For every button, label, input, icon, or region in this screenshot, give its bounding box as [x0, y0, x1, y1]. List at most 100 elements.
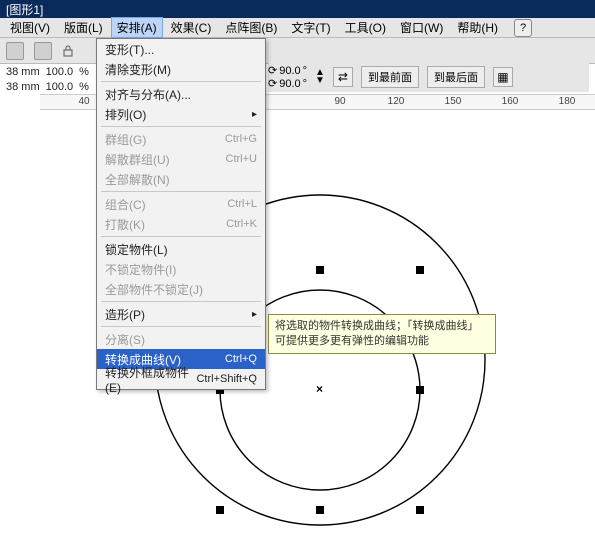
menu-item-break: 打散(K) Ctrl+K — [97, 214, 265, 234]
rotation-value: 90.0 — [279, 78, 300, 90]
menubar: 视图(V) 版面(L) 安排(A) 效果(C) 点阵图(B) 文字(T) 工具(… — [0, 18, 595, 38]
selection-handle[interactable] — [316, 506, 324, 514]
rotate-icon: ⟳ — [268, 78, 277, 90]
menu-item-label: 打散(K) — [105, 216, 145, 233]
selection-handle[interactable] — [216, 506, 224, 514]
ruler-label: 90 — [334, 96, 345, 107]
tooltip-text: 将选取的物件转换成曲线；「转换成曲线」可提供更多更有弹性的编辑功能 — [275, 320, 479, 347]
menu-separator — [101, 236, 261, 237]
menu-shortcut: Ctrl+Q — [225, 353, 257, 365]
menu-text[interactable]: 文字(T) — [285, 17, 336, 38]
menu-item-label: 组合(C) — [105, 196, 146, 213]
toolbar-icon[interactable] — [34, 42, 52, 60]
to-front-button[interactable]: 到最前面 — [361, 66, 419, 88]
selection-handle[interactable] — [416, 506, 424, 514]
menu-item-ungroup: 解散群组(U) Ctrl+U — [97, 149, 265, 169]
ruler-label: 150 — [445, 96, 462, 107]
menu-shortcut: Ctrl+K — [226, 218, 257, 230]
menu-item-convert-outline[interactable]: 转换外框成物件(E)Ctrl+Shift+Q — [97, 369, 265, 389]
menu-item-lock[interactable]: 锁定物件(L) — [97, 239, 265, 259]
menu-item-unlock-all: 全部物件不锁定(J) — [97, 279, 265, 299]
menu-item-clear-transform[interactable]: 清除变形(M) — [97, 59, 265, 79]
size-readout: 38 mm 100.0 % 38 mm 100.0 % — [6, 64, 107, 94]
menu-item-label: 转换外框成物件(E) — [105, 364, 196, 395]
mirror-button[interactable]: ⇄ — [333, 67, 353, 87]
menu-item-order[interactable]: 排列(O) ▸ — [97, 104, 265, 124]
menu-item-label: 排列(O) — [105, 106, 146, 123]
menu-item-group: 群组(G) Ctrl+G — [97, 129, 265, 149]
toolbar-icon[interactable] — [6, 42, 24, 60]
menu-item-separate: 分离(S) — [97, 329, 265, 349]
ruler-label: 160 — [502, 96, 519, 107]
lock-icon[interactable] — [62, 45, 74, 57]
menu-layout[interactable]: 版面(L) — [58, 17, 109, 38]
scale-unit: % — [79, 66, 89, 78]
rotation-bottom[interactable]: ⟳ 90.0 ° — [268, 78, 307, 90]
submenu-arrow-icon: ▸ — [252, 309, 257, 320]
menu-item-label: 全部物件不锁定(J) — [105, 281, 203, 298]
menu-item-align[interactable]: 对齐与分布(A)... — [97, 84, 265, 104]
size-value: 38 mm — [6, 81, 40, 93]
selection-center-mark: × — [316, 382, 323, 396]
menu-item-combine: 组合(C) Ctrl+L — [97, 194, 265, 214]
spinner-icon[interactable]: ▲▼ — [315, 69, 325, 85]
degree-symbol: ° — [303, 78, 307, 90]
menu-bitmap[interactable]: 点阵图(B) — [219, 17, 283, 38]
menu-window[interactable]: 窗口(W) — [394, 17, 449, 38]
menu-separator — [101, 126, 261, 127]
menu-item-label: 对齐与分布(A)... — [105, 86, 191, 103]
menu-item-label: 清除变形(M) — [105, 61, 171, 78]
selection-handle[interactable] — [316, 266, 324, 274]
rotate-icon: ⟳ — [268, 65, 277, 77]
toolbar-button[interactable]: ▦ — [493, 67, 513, 87]
menu-item-label: 全部解散(N) — [105, 171, 170, 188]
menu-shortcut: Ctrl+U — [226, 153, 257, 165]
toolbar — [0, 38, 595, 64]
menu-item-label: 造形(P) — [105, 306, 145, 323]
ruler-label: 40 — [78, 96, 89, 107]
menu-item-unlock: 不锁定物件(I) — [97, 259, 265, 279]
size-row: 38 mm 100.0 % — [6, 64, 107, 79]
submenu-arrow-icon: ▸ — [252, 109, 257, 120]
menu-separator — [101, 81, 261, 82]
window-titlebar: [图形1] — [0, 0, 595, 18]
scale-unit: % — [79, 81, 89, 93]
selection-handle[interactable] — [416, 266, 424, 274]
menu-item-shaping[interactable]: 造形(P) ▸ — [97, 304, 265, 324]
ruler-label: 180 — [559, 96, 576, 107]
ruler-label: 120 — [388, 96, 405, 107]
menu-arrange[interactable]: 安排(A) — [111, 17, 163, 38]
menu-shortcut: Ctrl+G — [225, 133, 257, 145]
property-bar: ⟳ 90.0 ° ⟳ 90.0 ° ▲▼ ⇄ 到最前面 到最后面 ▦ — [268, 62, 589, 92]
menu-item-label: 锁定物件(L) — [105, 241, 168, 258]
tooltip: 将选取的物件转换成曲线；「转换成曲线」可提供更多更有弹性的编辑功能 — [268, 314, 496, 354]
menu-item-label: 群组(G) — [105, 131, 146, 148]
scale-value: 100.0 — [46, 66, 74, 78]
menu-tools[interactable]: 工具(O) — [339, 17, 392, 38]
menu-item-ungroup-all: 全部解散(N) — [97, 169, 265, 189]
rotation-value: 90.0 — [279, 65, 300, 77]
scale-value: 100.0 — [46, 81, 74, 93]
rotation-fields: ⟳ 90.0 ° ⟳ 90.0 ° — [268, 65, 307, 90]
size-row: 38 mm 100.0 % — [6, 79, 107, 94]
to-back-button[interactable]: 到最后面 — [427, 66, 485, 88]
menu-view[interactable]: 视图(V) — [4, 17, 56, 38]
menu-item-label: 分离(S) — [105, 331, 145, 348]
rotation-top[interactable]: ⟳ 90.0 ° — [268, 65, 307, 77]
menu-help[interactable]: 帮助(H) — [451, 17, 504, 38]
menu-effects[interactable]: 效果(C) — [165, 17, 218, 38]
degree-symbol: ° — [303, 65, 307, 77]
window-title: [图形1] — [6, 3, 43, 17]
menu-separator — [101, 326, 261, 327]
menu-item-label: 解散群组(U) — [105, 151, 170, 168]
menu-shortcut: Ctrl+L — [227, 198, 257, 210]
context-help-icon[interactable]: ? — [514, 19, 532, 37]
menu-item-transform[interactable]: 变形(T)... — [97, 39, 265, 59]
menu-item-label: 不锁定物件(I) — [105, 261, 176, 278]
size-value: 38 mm — [6, 66, 40, 78]
menu-item-label: 变形(T)... — [105, 41, 154, 58]
selection-handle[interactable] — [416, 386, 424, 394]
menu-shortcut: Ctrl+Shift+Q — [196, 373, 257, 385]
arrange-menu: 变形(T)... 清除变形(M) 对齐与分布(A)... 排列(O) ▸ 群组(G… — [96, 38, 266, 390]
menu-separator — [101, 191, 261, 192]
